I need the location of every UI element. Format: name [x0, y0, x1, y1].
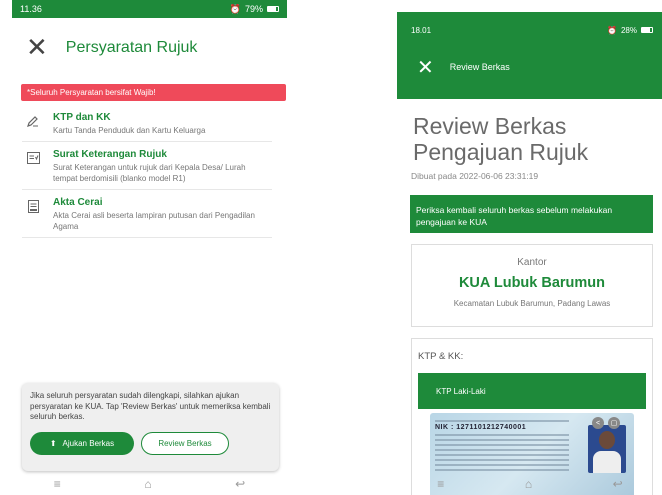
office-card: Kantor KUA Lubuk Barumun Kecamatan Lubuk…	[411, 244, 653, 327]
alarm-icon: ⏰	[607, 25, 617, 35]
alarm-icon: ⏰	[229, 3, 241, 14]
close-icon[interactable]: ✕	[417, 57, 434, 77]
requirement-list: KTP dan KK Kartu Tanda Penduduk dan Kart…	[22, 105, 272, 238]
page-title: Review Berkas Pengajuan Rujuk	[413, 113, 589, 165]
docs-label: KTP & KK:	[418, 351, 464, 362]
doc-card-header: KTP Laki-Laki	[418, 373, 646, 409]
ktp-photo	[588, 425, 626, 473]
system-nav-bar: ≡ ⌂ ↩	[12, 473, 287, 495]
battery-percent: 28%	[620, 25, 637, 35]
submit-panel: Jika seluruh persyaratan sudah dilengkap…	[22, 383, 279, 471]
page-title: Persyaratan Rujuk	[65, 39, 198, 56]
app-header: ✕ Persyaratan Rujuk	[12, 18, 287, 78]
menu-icon[interactable]: ≡	[437, 477, 444, 491]
requirement-title: KTP dan KK	[53, 112, 111, 123]
review-berkas-button[interactable]: Review Berkas	[141, 431, 229, 455]
required-alert: *Seluruh Persyaratan bersifat Wajib!	[21, 84, 286, 101]
requirement-title: Surat Keterangan Rujuk	[53, 149, 167, 160]
requirement-akta-cerai[interactable]: Akta Cerai Akta Cerai asli beserta lampi…	[22, 190, 272, 238]
close-icon[interactable]: ✕	[26, 35, 48, 61]
status-bar: 11.36 ⏰ 79%	[12, 0, 287, 18]
requirement-desc: Kartu Tanda Penduduk dan Kartu Keluarga	[53, 126, 206, 135]
menu-icon[interactable]: ≡	[54, 477, 61, 491]
app-header-area: 18.01 ⏰ 28% ✕ Review Berkas	[397, 12, 662, 99]
status-time: 11.36	[20, 4, 42, 14]
status-time: 18.01	[411, 25, 432, 35]
share-icon[interactable]: <	[592, 417, 604, 429]
requirement-surat-keterangan[interactable]: Surat Keterangan Rujuk Surat Keterangan …	[22, 142, 272, 190]
review-note: Periksa kembali seluruh berkas sebelum m…	[410, 195, 653, 233]
office-location: Kecamatan Lubuk Barumun, Padang Lawas	[453, 299, 611, 308]
requirement-desc: Akta Cerai asli beserta lampiran putusan…	[53, 211, 255, 231]
status-bar: 18.01 ⏰ 28%	[397, 12, 662, 48]
upload-icon: ⬆	[49, 438, 57, 448]
pencil-icon	[25, 112, 41, 136]
save-icon[interactable]: ▢	[608, 417, 620, 429]
requirement-ktp-kk[interactable]: KTP dan KK Kartu Tanda Penduduk dan Kart…	[22, 105, 272, 142]
back-icon[interactable]: ↩	[235, 477, 245, 491]
submit-info-text: Jika seluruh persyaratan sudah dilengkap…	[30, 391, 271, 421]
battery-icon	[641, 27, 653, 33]
home-icon[interactable]: ⌂	[525, 477, 532, 491]
office-label: Kantor	[517, 257, 547, 268]
created-date: Dibuat pada 2022-06-06 23:31:19	[411, 171, 539, 181]
office-name: KUA Lubuk Barumun	[458, 275, 606, 291]
right-screen: 18.01 ⏰ 28% ✕ Review Berkas Review Berka…	[397, 0, 662, 495]
home-icon[interactable]: ⌂	[144, 477, 151, 491]
back-icon[interactable]: ↩	[613, 477, 623, 491]
left-screen: 11.36 ⏰ 79% ✕ Persyaratan Rujuk *Seluruh…	[12, 0, 287, 495]
ajukan-berkas-button[interactable]: ⬆ Ajukan Berkas	[30, 431, 134, 455]
ajukan-berkas-label: Ajukan Berkas	[62, 438, 115, 448]
requirement-desc: Surat Keterangan untuk rujuk dari Kepala…	[53, 163, 246, 183]
battery-percent: 79%	[244, 4, 263, 14]
requirement-title: Akta Cerai	[53, 197, 103, 208]
certificate-icon	[25, 197, 41, 232]
header-title: Review Berkas	[449, 62, 510, 72]
documents-card: KTP & KK: KTP Laki-Laki NIK : 1271101212…	[411, 338, 653, 495]
battery-icon	[267, 6, 279, 12]
system-nav-bar: ≡ ⌂ ↩	[397, 473, 662, 495]
document-icon	[25, 149, 41, 184]
